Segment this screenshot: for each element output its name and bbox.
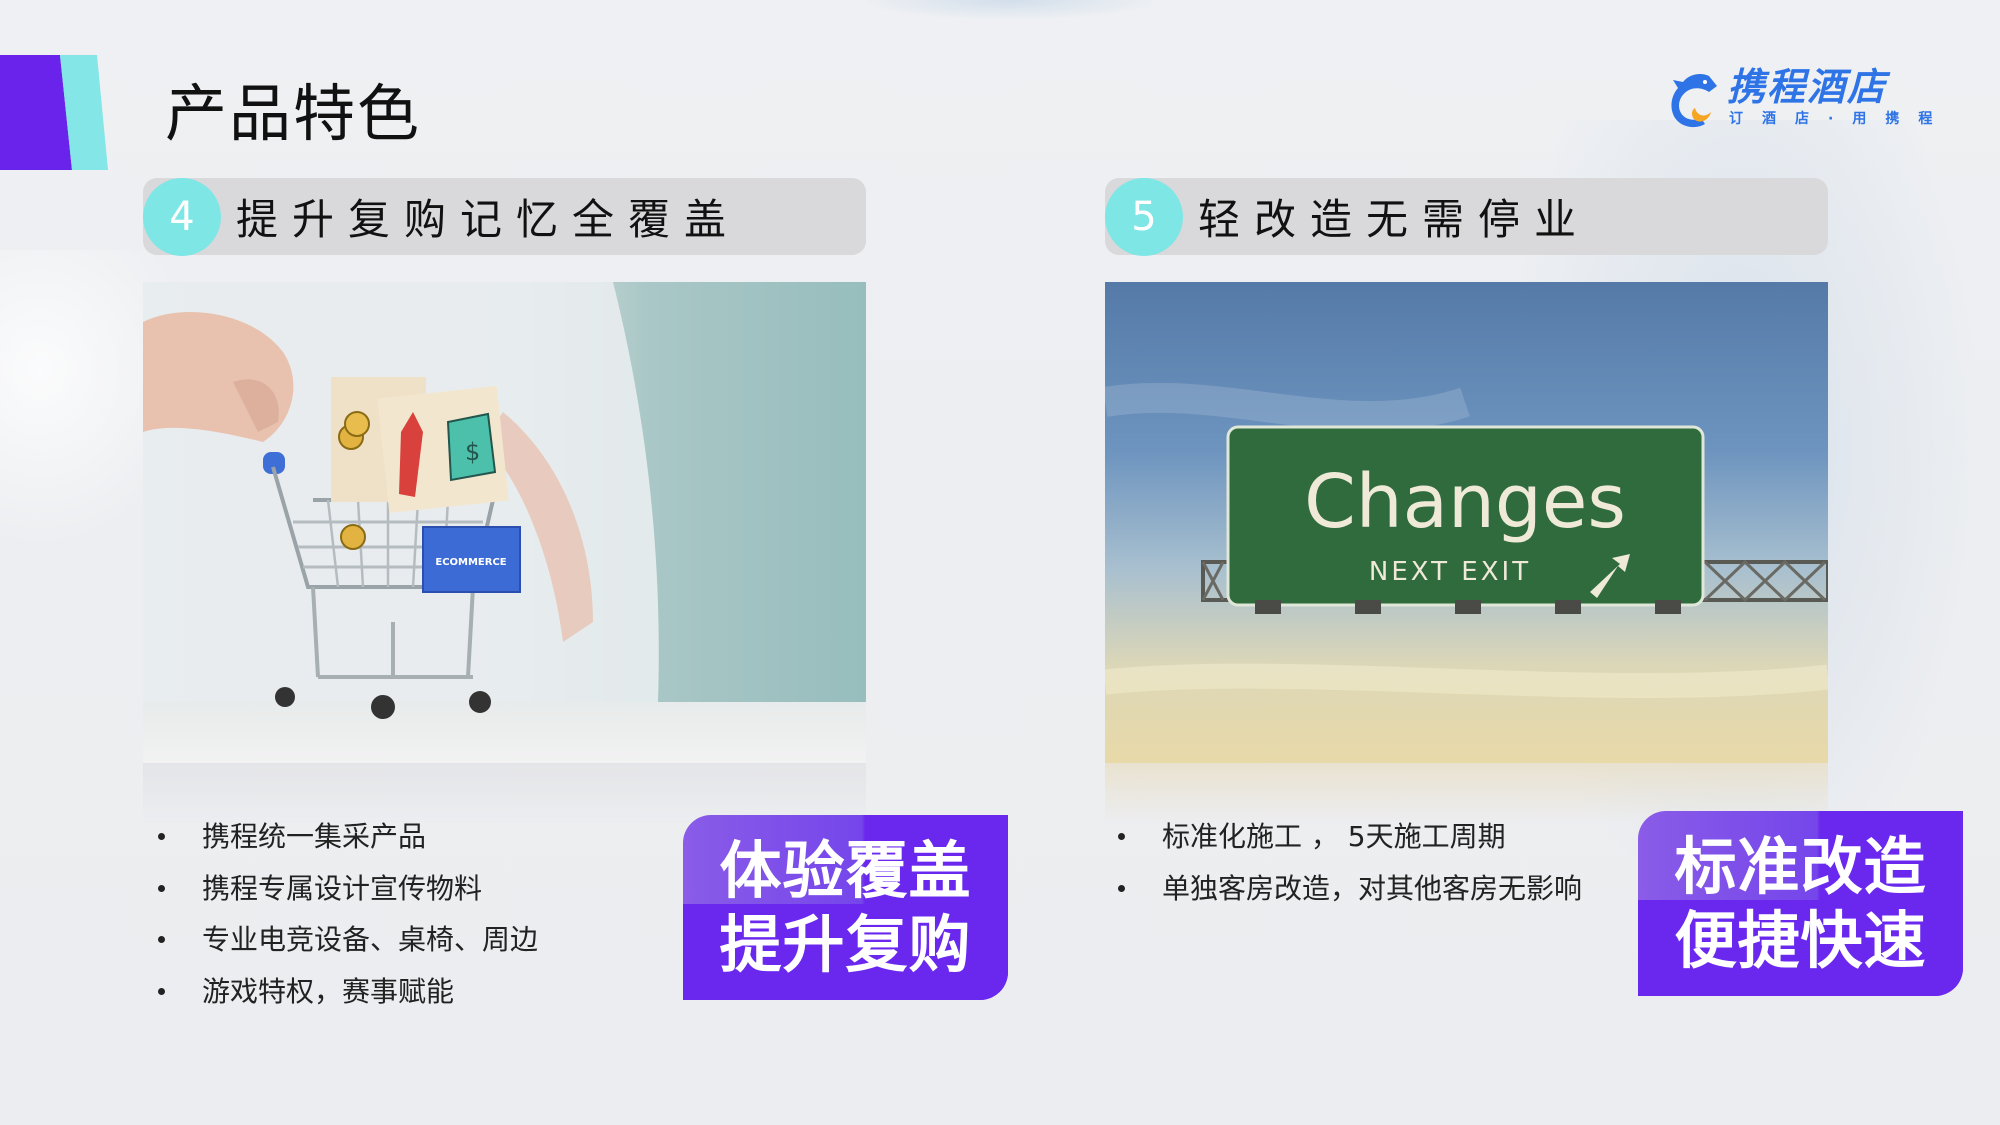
dolphin-logo-icon	[1671, 74, 1717, 128]
bullet-icon	[158, 987, 165, 995]
list-item: 携程专属设计宣传物料	[158, 863, 538, 915]
sign-subtitle: NEXT EXIT	[1369, 557, 1531, 587]
list-item: 单独客房改造，对其他客房无影响	[1118, 863, 1582, 915]
highlight-badge-5: 标准改造 便捷快速	[1638, 811, 1963, 996]
sign-title: Changes	[1304, 459, 1626, 545]
bullet-icon	[158, 884, 165, 892]
bullet-icon	[158, 936, 165, 943]
feature-list-4: 携程统一集采产品 携程专属设计宣传物料 专业电竞设备、桌椅、周边 游戏特权，赛事…	[158, 811, 538, 1017]
ecommerce-cart-photo: $ ECOMMERCE	[143, 282, 866, 763]
feature-list-5: 标准化施工 ， 5天施工周期 单独客房改造，对其他客房无影响	[1118, 811, 1582, 914]
badge-line: 便捷快速	[1674, 903, 1927, 977]
title-accent-purple-bar	[0, 55, 72, 170]
background-glow	[860, 0, 1160, 20]
section-heading: 提升复购记忆全覆盖	[236, 195, 741, 244]
list-item: 携程统一集采产品	[158, 811, 538, 863]
badge-line: 标准改造	[1674, 829, 1927, 903]
ctrip-hotel-logo: 携程酒店 订酒店·用携程	[1665, 65, 1965, 136]
highlight-badge-4: 体验覆盖 提升复购	[683, 815, 1008, 1000]
bullet-icon	[1118, 884, 1125, 892]
list-item: 标准化施工 ， 5天施工周期	[1118, 811, 1582, 863]
page-title: 产品特色	[165, 77, 422, 150]
badge-line: 提升复购	[719, 907, 972, 981]
bullet-icon	[1118, 833, 1125, 840]
list-item: 游戏特权，赛事赋能	[158, 966, 538, 1018]
section-header-5: 5 轻改造无需停业	[1105, 178, 1828, 256]
bullet-icon	[158, 833, 165, 840]
section-heading: 轻改造无需停业	[1198, 195, 1591, 244]
section-number-badge: 4	[143, 178, 221, 256]
svg-text:$: $	[465, 438, 480, 466]
logo-slogan: 订酒店·用携程	[1729, 111, 1952, 127]
section-header-4: 4 提升复购记忆全覆盖	[143, 178, 866, 256]
ecommerce-block-label: ECOMMERCE	[435, 557, 506, 568]
changes-highway-sign-photo: Changes NEXT EXIT	[1105, 282, 1828, 763]
section-number-badge: 5	[1105, 178, 1183, 256]
logo-brand-name: 携程酒店	[1727, 65, 1888, 109]
list-item: 专业电竞设备、桌椅、周边	[158, 914, 538, 966]
badge-line: 体验覆盖	[719, 833, 972, 907]
